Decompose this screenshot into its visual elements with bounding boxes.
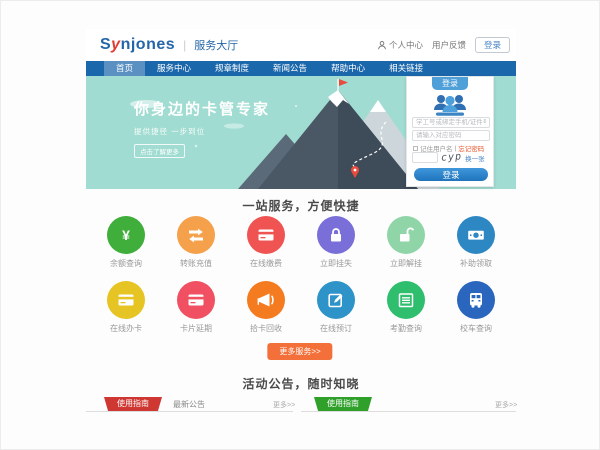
nav-item-4[interactable]: 帮助中心 <box>319 61 377 76</box>
logo-s: S <box>100 36 111 53</box>
remember-separator: | <box>455 145 457 152</box>
users-icon <box>430 92 470 118</box>
card-icon[interactable] <box>107 281 145 319</box>
bus-icon[interactable] <box>457 281 495 319</box>
service-label: 立即解挂 <box>390 258 422 269</box>
service-item-8[interactable]: 拾卡回收 <box>233 281 299 334</box>
captcha-image[interactable]: cyp <box>441 151 463 163</box>
feedback-link[interactable]: 用户反馈 <box>432 39 466 51</box>
personal-center-label: 个人中心 <box>389 39 423 51</box>
service-label: 在线缴费 <box>250 258 282 269</box>
services-title: 一站服务，方便快捷 <box>86 197 516 214</box>
services-row-1: ¥ 余额查询 转账充值 在线缴费 立即挂失 立即解挂 补助领取 <box>86 216 516 269</box>
nav-item-2[interactable]: 规章制度 <box>203 61 261 76</box>
service-item-2[interactable]: 在线缴费 <box>233 216 299 269</box>
remember-checkbox[interactable] <box>413 146 418 151</box>
service-label: 拾卡回收 <box>250 323 282 334</box>
service-label: 卡片延期 <box>180 323 212 334</box>
service-item-3[interactable]: 立即挂失 <box>303 216 369 269</box>
unlock-icon[interactable] <box>387 216 425 254</box>
service-label: 补助领取 <box>460 258 492 269</box>
left-panel-divider <box>86 411 293 412</box>
service-item-9[interactable]: 在线预订 <box>303 281 369 334</box>
more-link-left[interactable]: 更多>> <box>273 400 295 410</box>
captcha-input[interactable] <box>412 152 438 163</box>
personal-center-link[interactable]: 个人中心 <box>377 39 423 51</box>
service-item-6[interactable]: 在线办卡 <box>93 281 159 334</box>
service-item-0[interactable]: ¥ 余额查询 <box>93 216 159 269</box>
service-label: 在线预订 <box>320 323 352 334</box>
logo-divider: | <box>183 38 186 52</box>
username-input[interactable] <box>412 117 490 128</box>
more-link-right[interactable]: 更多>> <box>495 400 517 410</box>
nav-item-5[interactable]: 相关链接 <box>377 61 435 76</box>
right-panel-divider <box>301 411 516 412</box>
banknote-icon[interactable] <box>457 216 495 254</box>
captcha-row: cyp 换一张 <box>412 152 490 163</box>
person-icon <box>377 40 387 50</box>
service-item-1[interactable]: 转账充值 <box>163 216 229 269</box>
captcha-refresh-link[interactable]: 换一张 <box>465 153 485 163</box>
edit-icon[interactable] <box>317 281 355 319</box>
megaphone-icon[interactable] <box>247 281 285 319</box>
nav-item-0[interactable]: 首页 <box>104 61 145 76</box>
svg-text:¥: ¥ <box>122 227 130 243</box>
tab-latest-announcements[interactable]: 最新公告 <box>173 399 205 410</box>
site-header: Synjones | 服务大厅 个人中心 用户反馈 登录 <box>86 29 516 61</box>
credit-card-icon[interactable] <box>247 216 285 254</box>
nav-item-1[interactable]: 服务中心 <box>145 61 203 76</box>
tab-usage-guide-left[interactable]: 使用指南 <box>104 397 162 411</box>
feedback-label: 用户反馈 <box>432 39 466 51</box>
logo[interactable]: Synjones <box>100 36 175 54</box>
login-submit-button[interactable]: 登录 <box>414 168 488 181</box>
service-label: 考勤查询 <box>390 323 422 334</box>
page: Synjones | 服务大厅 个人中心 用户反馈 登录 首页服务中心规章制度新… <box>0 0 600 450</box>
password-input[interactable] <box>412 130 490 141</box>
transfer-icon[interactable] <box>177 216 215 254</box>
hero-copy: 你身边的卡管专家 提供捷径 一步到位 点击了解更多 <box>134 98 270 159</box>
service-label: 在线办卡 <box>110 323 142 334</box>
service-label: 转账充值 <box>180 258 212 269</box>
header-login-button[interactable]: 登录 <box>475 37 510 53</box>
login-panel: 登录 记住用户名 | 忘记密码 cyp 换一张 登录 <box>406 76 494 187</box>
service-item-11[interactable]: 校车查询 <box>443 281 509 334</box>
service-item-10[interactable]: 考勤查询 <box>373 281 439 334</box>
hero-subtitle: 提供捷径 一步到位 <box>134 126 270 137</box>
main-nav: 首页服务中心规章制度新闻公告帮助中心相关链接 <box>86 61 516 76</box>
logo-accent: y <box>111 36 120 53</box>
card-icon[interactable] <box>177 281 215 319</box>
tab-usage-guide-right[interactable]: 使用指南 <box>314 397 372 411</box>
announcements-title: 活动公告，随时知晓 <box>86 375 516 392</box>
lock-icon[interactable] <box>317 216 355 254</box>
service-label: 校车查询 <box>460 323 492 334</box>
header-right: 个人中心 用户反馈 登录 <box>377 37 510 53</box>
hero-title: 你身边的卡管专家 <box>134 98 270 119</box>
service-item-4[interactable]: 立即解挂 <box>373 216 439 269</box>
logo-rest: njones <box>121 36 176 53</box>
hero-cta-button[interactable]: 点击了解更多 <box>134 144 185 158</box>
service-label: 余额查询 <box>110 258 142 269</box>
yen-icon[interactable]: ¥ <box>107 216 145 254</box>
service-item-5[interactable]: 补助领取 <box>443 216 509 269</box>
service-label: 立即挂失 <box>320 258 352 269</box>
services-row-2: 在线办卡 卡片延期 拾卡回收 在线预订 考勤查询 校车查询 <box>86 281 516 334</box>
nav-item-3[interactable]: 新闻公告 <box>261 61 319 76</box>
site-name: 服务大厅 <box>194 37 238 53</box>
list-icon[interactable] <box>387 281 425 319</box>
more-services-button[interactable]: 更多服务>> <box>267 343 332 360</box>
login-tab[interactable]: 登录 <box>432 77 468 90</box>
service-item-7[interactable]: 卡片延期 <box>163 281 229 334</box>
